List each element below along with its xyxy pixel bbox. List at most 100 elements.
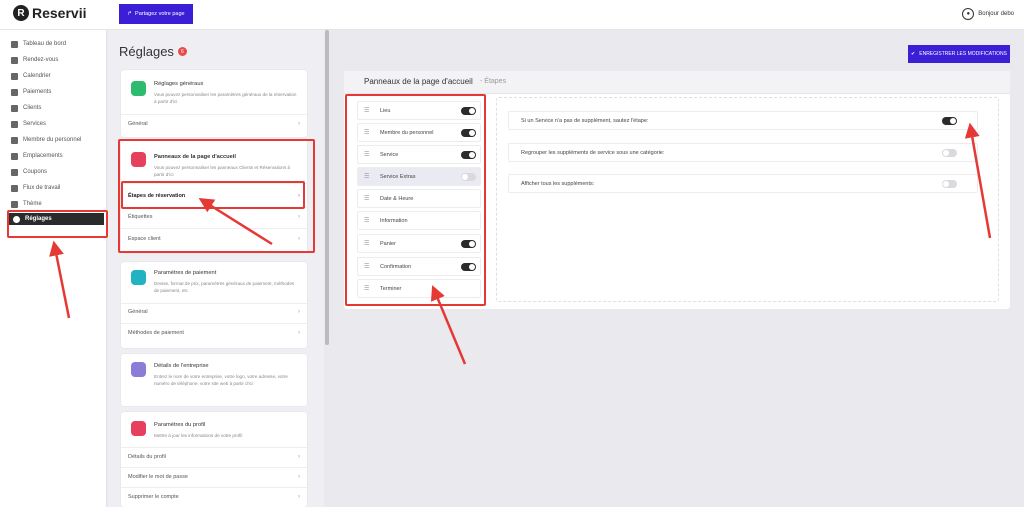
settings-row-client-area[interactable]: Espace client ›	[128, 236, 300, 242]
brand-name: Reservii	[32, 5, 87, 21]
card-desc: Vous pouvez personnaliser les paramètres…	[154, 92, 297, 104]
drag-handle-icon[interactable]: ☰	[364, 285, 370, 292]
settings-row-delete-account[interactable]: Supprimer le compte ›	[128, 494, 300, 500]
step-label: Terminer	[380, 285, 402, 292]
calendar-icon	[11, 72, 18, 80]
step-item-service[interactable]: ☰ Service	[357, 145, 481, 164]
card-profile-settings: Paramètres du profil Mettre à jour les i…	[121, 412, 307, 507]
option-toggle[interactable]	[942, 179, 957, 188]
sidebar-item-calendrier[interactable]: Calendrier	[6, 70, 104, 82]
settings-icon	[131, 81, 146, 96]
drag-handle-icon[interactable]: ☰	[364, 195, 370, 202]
sidebar-item-coupons[interactable]: Coupons	[6, 166, 104, 178]
drag-handle-icon[interactable]: ☰	[364, 151, 370, 158]
save-label: ENREGISTRER LES MODIFICATIONS	[919, 51, 1007, 57]
scrollbar[interactable]	[325, 30, 329, 345]
list-icon	[11, 120, 18, 128]
settings-row-payment-general[interactable]: Général ›	[128, 309, 300, 315]
row-label: Général	[128, 121, 148, 127]
option-label: Si un Service n'a pas de supplément, sau…	[521, 117, 649, 124]
clock-icon	[11, 56, 18, 64]
coupon-icon	[11, 168, 18, 176]
sidebar-item-flux-de-travail[interactable]: Flux de travail	[6, 182, 104, 194]
money-icon	[11, 88, 18, 96]
step-label: Membre du personnel	[380, 129, 434, 136]
drag-handle-icon[interactable]: ☰	[364, 217, 370, 224]
card-payment-settings: Paramètres de paiement Devise, format de…	[121, 262, 307, 348]
sidebar-item-clients[interactable]: Clients	[6, 102, 104, 114]
share-page-button[interactable]: ↱ Partagez votre page	[119, 4, 193, 24]
sidebar-item-label: Flux de travail	[23, 185, 61, 191]
workflow-icon	[11, 184, 18, 192]
row-label: Supprimer le compte	[128, 494, 179, 500]
drag-handle-icon[interactable]: ☰	[364, 173, 370, 180]
calendar-check-icon	[131, 152, 146, 167]
row-label: Espace client	[128, 236, 161, 242]
sidebar-item-label: Emplacements	[23, 153, 63, 159]
card-title: Réglages généraux	[154, 81, 204, 87]
chevron-right-icon: ›	[298, 214, 300, 220]
step-item-date-time[interactable]: ☰ Date & Heure	[357, 189, 481, 208]
sidebar-item-services[interactable]: Services	[6, 118, 104, 130]
sidebar-item-emplacements[interactable]: Emplacements	[6, 150, 104, 162]
sidebar-item-label: Rendez-vous	[23, 57, 59, 63]
sidebar-item-reglages[interactable]: Réglages	[8, 213, 104, 225]
step-item-lieu[interactable]: ☰ Lieu	[357, 101, 481, 120]
chevron-right-icon: ›	[298, 309, 300, 315]
sidebar-item-tableau-de-bord[interactable]: Tableau de bord	[6, 38, 104, 50]
step-label: Service Extras	[380, 173, 416, 180]
option-label: Regrouper les suppléments de service sou…	[521, 149, 665, 156]
logo-icon: R	[13, 5, 29, 21]
step-toggle[interactable]	[461, 128, 476, 137]
drag-handle-icon[interactable]: ☰	[364, 263, 370, 270]
step-toggle[interactable]	[461, 262, 476, 271]
row-label: Modifier le mot de passe	[128, 474, 188, 480]
sidebar-item-label: Calendrier	[23, 73, 51, 79]
card-company-details[interactable]: Détails de l'entreprise Entrez le nom de…	[121, 354, 307, 406]
page-title: Réglages 6	[119, 44, 187, 59]
option-toggle[interactable]	[942, 148, 957, 157]
step-toggle[interactable]	[461, 172, 476, 181]
page-title-text: Réglages	[119, 44, 174, 59]
sidebar-item-theme[interactable]: Thème	[6, 198, 104, 210]
chevron-right-icon: ›	[298, 454, 300, 460]
settings-row-change-password[interactable]: Modifier le mot de passe ›	[128, 474, 300, 480]
settings-row-payment-methods[interactable]: Méthodes de paiement ›	[128, 330, 300, 336]
user-menu[interactable]: ● Bonjour debo	[962, 8, 1014, 20]
building-icon	[131, 362, 146, 377]
drag-handle-icon[interactable]: ☰	[364, 240, 370, 247]
settings-row-general[interactable]: Général ›	[128, 121, 300, 127]
save-changes-button[interactable]: ✔ ENREGISTRER LES MODIFICATIONS	[908, 45, 1010, 63]
step-item-staff[interactable]: ☰ Membre du personnel	[357, 123, 481, 142]
brand-logo[interactable]: R Reservii	[13, 5, 86, 21]
card-general-settings: Réglages généraux Vous pouvez personnali…	[121, 70, 307, 137]
brush-icon	[11, 200, 18, 208]
step-item-finish[interactable]: ☰ Terminer	[357, 279, 481, 298]
sidebar-item-label: Services	[23, 121, 47, 127]
panel-header: Panneaux de la page d'accueil - Étapes	[344, 71, 1010, 94]
chevron-right-icon: ›	[298, 121, 300, 127]
row-label: Général	[128, 309, 148, 315]
step-item-service-extras[interactable]: ☰ Service Extras	[357, 167, 481, 186]
step-toggle[interactable]	[461, 150, 476, 159]
divider	[121, 207, 307, 208]
settings-row-labels[interactable]: Étiquettes ›	[128, 214, 300, 220]
sidebar-item-membre-du-personnel[interactable]: Membre du personnel	[6, 134, 104, 146]
step-toggle[interactable]	[461, 106, 476, 115]
chevron-right-icon: ›	[298, 193, 300, 199]
sidebar-item-paiements[interactable]: Paiements	[6, 86, 104, 98]
grid-icon	[11, 40, 18, 48]
step-item-information[interactable]: ☰ Information	[357, 211, 481, 230]
settings-row-booking-steps[interactable]: Étapes de réservation ›	[128, 193, 300, 199]
sidebar-item-rendez-vous[interactable]: Rendez-vous	[6, 54, 104, 66]
user-greeting: Bonjour debo	[978, 11, 1014, 17]
step-toggle[interactable]	[461, 239, 476, 248]
divider	[121, 183, 307, 184]
step-item-cart[interactable]: ☰ Panier	[357, 234, 481, 253]
drag-handle-icon[interactable]: ☰	[364, 107, 370, 114]
option-toggle[interactable]	[942, 116, 957, 125]
wallet-icon	[131, 270, 146, 285]
step-item-confirmation[interactable]: ☰ Confirmation	[357, 257, 481, 276]
settings-row-profile-details[interactable]: Détails du profil ›	[128, 454, 300, 460]
drag-handle-icon[interactable]: ☰	[364, 129, 370, 136]
